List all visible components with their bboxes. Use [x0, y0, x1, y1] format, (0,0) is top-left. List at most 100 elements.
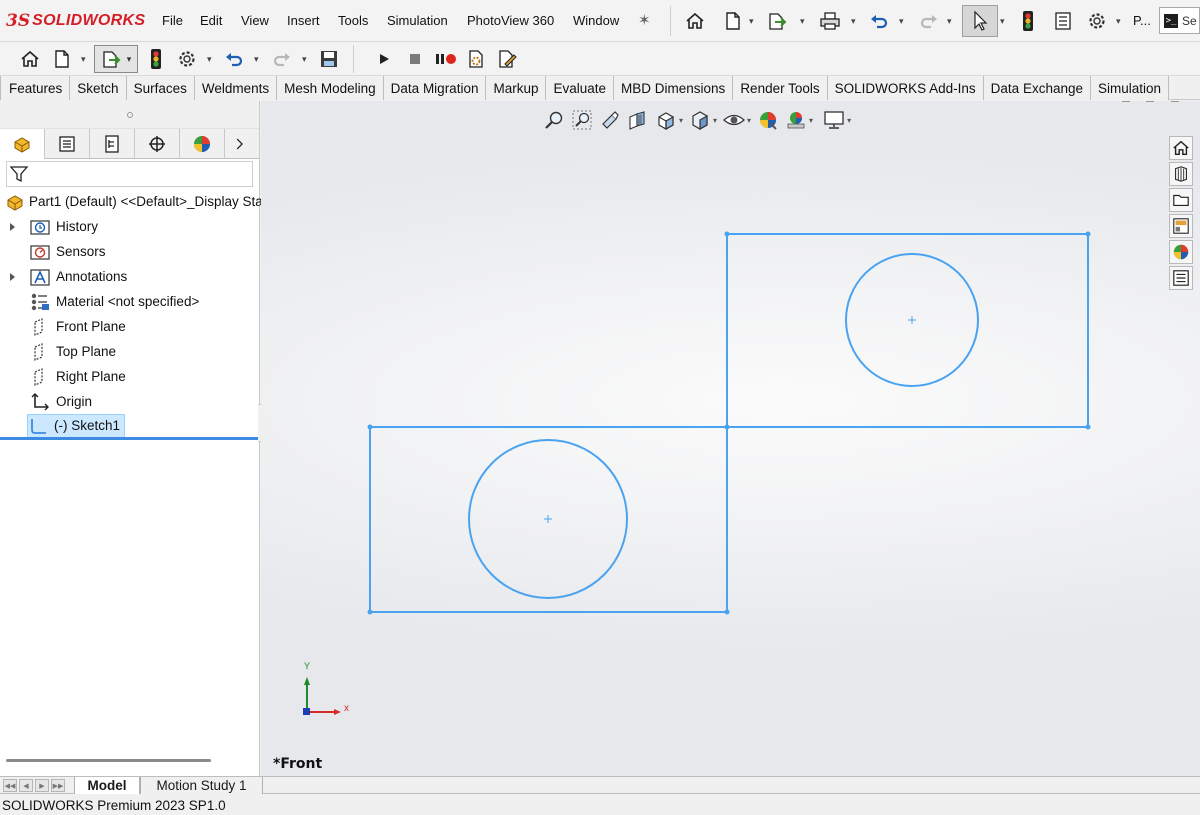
tab-feature-manager[interactable] [0, 129, 45, 159]
expand-chevron-icon[interactable] [10, 272, 15, 281]
tab-data-migration[interactable]: Data Migration [383, 76, 487, 100]
tab-sketch[interactable]: Sketch [70, 76, 127, 100]
design-library-icon[interactable] [1169, 162, 1193, 186]
solidworks-resources-home-icon[interactable] [1169, 136, 1193, 160]
first-tab-arrow-icon[interactable]: ◀◀ [3, 779, 17, 792]
open-document-icon[interactable]: ▾ [94, 45, 138, 73]
tree-item-sensors[interactable]: Sensors [0, 239, 106, 264]
new-dropdown-chevron-icon[interactable]: ▾ [81, 54, 86, 65]
print-icon[interactable] [817, 9, 843, 33]
tab-data-exchange[interactable]: Data Exchange [983, 76, 1091, 100]
tab-dimxpert-manager[interactable] [135, 129, 180, 159]
circle-center-mark-lower[interactable] [544, 515, 552, 523]
undo-icon[interactable] [222, 47, 246, 71]
record-macro-icon[interactable] [433, 47, 459, 71]
tree-filter-box[interactable] [6, 161, 253, 187]
sketch-point[interactable] [724, 231, 730, 237]
last-tab-arrow-icon[interactable]: ▶▶ [51, 779, 65, 792]
new-document-icon[interactable] [50, 47, 74, 71]
horizontal-scrollbar[interactable] [6, 759, 211, 762]
select-dropdown-chevron-icon[interactable]: ▾ [1000, 16, 1005, 27]
command-search-box[interactable]: >_ Se [1159, 7, 1200, 34]
next-tab-arrow-icon[interactable]: ▶ [35, 779, 49, 792]
tab-motion-study-1[interactable]: Motion Study 1 [140, 777, 263, 794]
options-dropdown-chevron-icon[interactable]: ▾ [1116, 16, 1121, 27]
sketch-point[interactable] [724, 609, 730, 615]
panel-grip[interactable] [0, 101, 259, 129]
solidworks-logo[interactable]: 3S SOLIDWORKS [6, 10, 145, 32]
tree-item-history[interactable]: History [0, 214, 98, 239]
menu-simulation[interactable]: Simulation [387, 13, 448, 28]
file-explorer-folder-icon[interactable] [1169, 188, 1193, 212]
rollback-bar[interactable] [0, 437, 258, 440]
tree-item-right-plane[interactable]: Right Plane [0, 364, 126, 389]
tree-item-sketch1[interactable]: (-) Sketch1 [27, 413, 126, 438]
tree-item-front-plane[interactable]: Front Plane [0, 314, 126, 339]
menu-window[interactable]: Window [573, 13, 619, 28]
tab-mbd-dimensions[interactable]: MBD Dimensions [614, 76, 734, 100]
undo-icon[interactable] [866, 9, 892, 33]
pin-menu-icon[interactable]: ✶ [638, 11, 651, 29]
new-macro-icon[interactable] [464, 47, 488, 71]
open-dropdown-chevron-icon[interactable]: ▾ [127, 54, 132, 65]
manager-tabs-more-chevron-icon[interactable] [225, 129, 255, 159]
tab-property-manager[interactable] [45, 129, 90, 159]
home-icon[interactable] [683, 9, 707, 33]
sketch-rectangle-upper[interactable] [726, 233, 1089, 428]
tree-root-part[interactable]: Part1 (Default) <<Default>_Display Sta [5, 189, 263, 214]
tab-markup[interactable]: Markup [486, 76, 547, 100]
circle-center-mark-upper[interactable] [908, 316, 916, 324]
tab-model[interactable]: Model [74, 777, 140, 794]
new-dropdown-chevron-icon[interactable]: ▾ [749, 16, 754, 27]
options-dropdown-chevron-icon[interactable]: ▾ [207, 54, 212, 65]
undo-dropdown-chevron-icon[interactable]: ▾ [254, 54, 259, 65]
tab-solidworks-add-ins[interactable]: SOLIDWORKS Add-Ins [827, 76, 984, 100]
sketch-point[interactable] [1085, 231, 1091, 237]
sketch-point[interactable] [724, 424, 730, 430]
graphics-area[interactable]: ▾ ▾ ▾ ▾ ▾ Y x *Front [261, 101, 1200, 776]
stop-macro-icon[interactable] [405, 47, 425, 71]
file-properties-icon[interactable] [1052, 9, 1074, 33]
redo-icon[interactable] [916, 9, 942, 33]
tree-item-top-plane[interactable]: Top Plane [0, 339, 116, 364]
new-document-icon[interactable] [721, 9, 745, 33]
tree-item-annotations[interactable]: Annotations [0, 264, 127, 289]
tab-display-manager[interactable] [180, 129, 225, 159]
edit-macro-icon[interactable] [495, 47, 519, 71]
print-dropdown-chevron-icon[interactable]: ▾ [851, 16, 856, 27]
tab-surfaces[interactable]: Surfaces [126, 76, 195, 100]
tab-mesh-modeling[interactable]: Mesh Modeling [277, 76, 384, 100]
undo-dropdown-chevron-icon[interactable]: ▾ [899, 16, 904, 27]
tab-simulation[interactable]: Simulation [1090, 76, 1170, 100]
tab-weldments[interactable]: Weldments [194, 76, 278, 100]
tab-features[interactable]: Features [0, 76, 71, 100]
redo-dropdown-chevron-icon[interactable]: ▾ [302, 54, 307, 65]
home-icon[interactable] [18, 47, 42, 71]
tab-configuration-manager[interactable] [90, 129, 135, 159]
rebuild-traffic-light-icon[interactable] [145, 47, 167, 71]
sketch-point[interactable] [367, 609, 373, 615]
open-document-icon[interactable] [765, 9, 791, 33]
sketch-point[interactable] [367, 424, 373, 430]
custom-properties-icon[interactable] [1169, 266, 1193, 290]
redo-icon[interactable] [270, 47, 294, 71]
menu-overflow[interactable]: P... [1133, 13, 1151, 28]
menu-file[interactable]: File [162, 13, 183, 28]
tab-evaluate[interactable]: Evaluate [546, 76, 615, 100]
menu-photoview-360[interactable]: PhotoView 360 [467, 13, 554, 28]
menu-insert[interactable]: Insert [287, 13, 320, 28]
save-icon[interactable] [317, 47, 341, 71]
tree-item-material[interactable]: Material <not specified> [0, 289, 199, 314]
redo-dropdown-chevron-icon[interactable]: ▾ [947, 16, 952, 27]
menu-edit[interactable]: Edit [200, 13, 222, 28]
previous-tab-arrow-icon[interactable]: ◀ [19, 779, 33, 792]
open-dropdown-chevron-icon[interactable]: ▾ [800, 16, 805, 27]
appearances-scenes-icon[interactable] [1169, 240, 1193, 264]
tab-render-tools[interactable]: Render Tools [733, 76, 828, 100]
play-macro-icon[interactable] [374, 47, 394, 71]
select-cursor-icon[interactable] [962, 5, 998, 37]
expand-chevron-icon[interactable] [10, 222, 15, 231]
rebuild-traffic-light-icon[interactable] [1017, 9, 1039, 33]
menu-view[interactable]: View [241, 13, 269, 28]
menu-tools[interactable]: Tools [338, 13, 368, 28]
